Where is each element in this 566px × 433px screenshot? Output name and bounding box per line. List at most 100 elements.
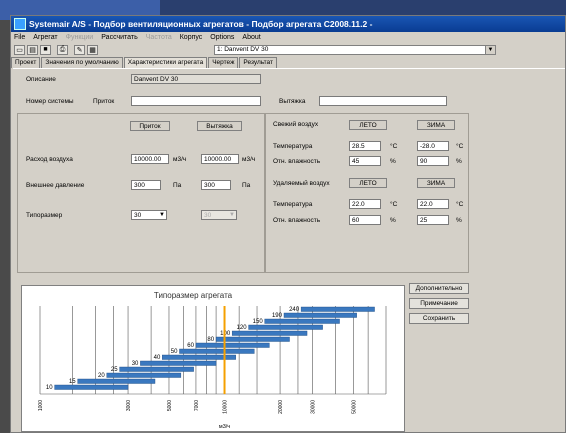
airflow-label: Расход воздуха — [26, 156, 73, 163]
size-bar — [300, 306, 375, 312]
menu-item-4: Частота — [145, 34, 172, 41]
tab-0[interactable]: Проект — [11, 57, 41, 68]
grid-icon[interactable]: ▦ — [87, 44, 98, 55]
menu-item-7[interactable]: About — [242, 34, 260, 41]
airflow-exhaust-input[interactable]: 10000.00 — [201, 154, 239, 164]
size-bar-label: 10 — [46, 385, 53, 391]
save-button[interactable]: Сохранить — [409, 313, 469, 324]
save-icon[interactable]: ■ — [40, 44, 51, 55]
tab-4[interactable]: Результат — [239, 57, 277, 68]
fresh-temp-summer-input[interactable]: 28.5 — [349, 141, 381, 151]
fresh-temp-label: Температура — [273, 143, 313, 150]
system-number-label: Номер системы — [26, 98, 74, 105]
size-bar-label: 30 — [132, 361, 139, 367]
pressure-supply-unit: Па — [173, 182, 182, 189]
pressure-exhaust-unit: Па — [242, 182, 251, 189]
x-tick-label: 7000 — [194, 400, 200, 411]
characteristics-panel: Описание Danvent DV 30 Номер системы При… — [13, 68, 565, 433]
pressure-label: Внешнее давление — [26, 182, 85, 189]
airflow-group — [17, 113, 265, 273]
size-bar — [54, 384, 129, 390]
removed-hum-winter-input[interactable]: 25 — [417, 215, 449, 225]
hum-unit: % — [456, 158, 462, 165]
pressure-exhaust-input[interactable]: 300 — [201, 180, 231, 190]
removed-temp-winter-input[interactable]: 22.0 — [417, 199, 449, 209]
menu-bar: File Агрегат Функции Рассчитать Частота Корпу… — [11, 32, 565, 43]
fresh-air-label: Свежий воздух — [273, 121, 319, 128]
x-tick-label: 20000 — [278, 400, 284, 414]
chevron-down-icon: ▼ — [229, 212, 235, 218]
fresh-summer-header: ЛЕТО — [349, 120, 387, 130]
menu-item-0[interactable]: File — [14, 34, 25, 41]
chart-svg: Типоразмер агрегата 10 15 20 25 30 40 50 60 80 100… — [38, 291, 387, 430]
removed-temp-summer-input[interactable]: 22.0 — [349, 199, 381, 209]
x-tick-label: 3000 — [126, 400, 132, 411]
x-tick-label: 5000 — [167, 400, 173, 411]
size-bar — [195, 342, 270, 348]
removed-summer-header: ЛЕТО — [349, 178, 387, 188]
removed-hum-summer-input[interactable]: 60 — [349, 215, 381, 225]
supply-system-input[interactable] — [131, 96, 261, 106]
removed-winter-header: ЗИМА — [417, 178, 455, 188]
fresh-humidity-label: Отн. влажность — [273, 158, 321, 165]
menu-item-2: Функции — [65, 34, 94, 41]
airflow-exhaust-unit: м3/ч — [242, 156, 256, 163]
exhaust-system-input[interactable] — [319, 96, 447, 106]
app-window: Systemair A/S - Подбор вентиляционных аг… — [10, 15, 566, 433]
fresh-hum-winter-input[interactable]: 90 — [417, 156, 449, 166]
description-field[interactable]: Danvent DV 30 — [131, 74, 261, 84]
temp-unit: °С — [456, 143, 464, 150]
size-label: Типоразмер — [26, 212, 63, 219]
unit-select-value: 1: Danvent DV 30 — [217, 46, 269, 53]
size-bar — [77, 378, 156, 384]
fresh-hum-summer-input[interactable]: 45 — [349, 156, 381, 166]
size-supply-value: 30 — [134, 212, 142, 219]
unit-size-chart: Типоразмер агрегата 10 15 20 25 30 40 50 60 80 100… — [21, 285, 405, 432]
size-bar — [215, 336, 290, 342]
menu-item-1[interactable]: Агрегат — [33, 34, 57, 41]
menu-item-5[interactable]: Корпус — [180, 34, 203, 41]
x-tick-label: 30000 — [311, 400, 317, 414]
x-tick-label: 1000 — [38, 400, 44, 411]
size-bar-label: 190 — [272, 313, 283, 319]
title-bar[interactable]: Systemair A/S - Подбор вентиляционных аг… — [11, 16, 565, 32]
unit-select[interactable]: 1: Danvent DV 30 ▼ — [214, 45, 496, 55]
description-label: Описание — [26, 76, 56, 83]
more-button[interactable]: Дополнительно — [409, 283, 469, 294]
supply-system-label: Приток — [93, 98, 115, 105]
note-button[interactable]: Примечание — [409, 298, 469, 309]
open-folder-icon[interactable]: ▤ — [27, 44, 38, 55]
new-file-icon[interactable]: ▭ — [14, 44, 25, 55]
size-bar-label: 40 — [154, 355, 161, 361]
tab-1[interactable]: Значения по умолчанию — [41, 57, 123, 68]
size-bar-label: 120 — [237, 325, 248, 331]
size-bar — [264, 318, 340, 324]
size-bar-label: 80 — [207, 337, 214, 343]
chart-title: Типоразмер агрегата — [154, 291, 233, 300]
size-bar-label: 240 — [289, 307, 300, 313]
size-bar-label: 15 — [69, 379, 76, 385]
print-icon[interactable]: ⎙ — [57, 44, 68, 55]
chevron-down-icon[interactable]: ▼ — [485, 46, 495, 54]
fresh-winter-header: ЗИМА — [417, 120, 455, 130]
airflow-supply-input[interactable]: 10000.00 — [131, 154, 169, 164]
size-exhaust-value: 30 — [204, 212, 212, 219]
x-tick-label: 10000 — [223, 400, 229, 414]
size-bar-label: 60 — [187, 343, 194, 349]
menu-item-3[interactable]: Рассчитать — [101, 34, 138, 41]
airflow-supply-unit: м3/ч — [173, 156, 187, 163]
fresh-temp-winter-input[interactable]: -28.0 — [417, 141, 449, 151]
chevron-down-icon[interactable]: ▼ — [158, 211, 166, 219]
pressure-supply-input[interactable]: 300 — [131, 180, 161, 190]
tab-2[interactable]: Характеристики агрегата — [123, 57, 208, 68]
menu-item-6[interactable]: Options — [210, 34, 234, 41]
x-tick-label: 50000 — [352, 400, 358, 414]
tab-3[interactable]: Чертеж — [208, 57, 239, 68]
exhaust-system-label: Вытяжка — [279, 98, 306, 105]
edit-icon[interactable]: ✎ — [74, 44, 85, 55]
size-bar — [119, 366, 194, 372]
supply-column-header: Приток — [130, 121, 170, 131]
size-bar-label: 20 — [98, 373, 105, 379]
size-supply-select[interactable]: 30 ▼ — [131, 210, 167, 220]
temp-unit: °С — [390, 143, 398, 150]
